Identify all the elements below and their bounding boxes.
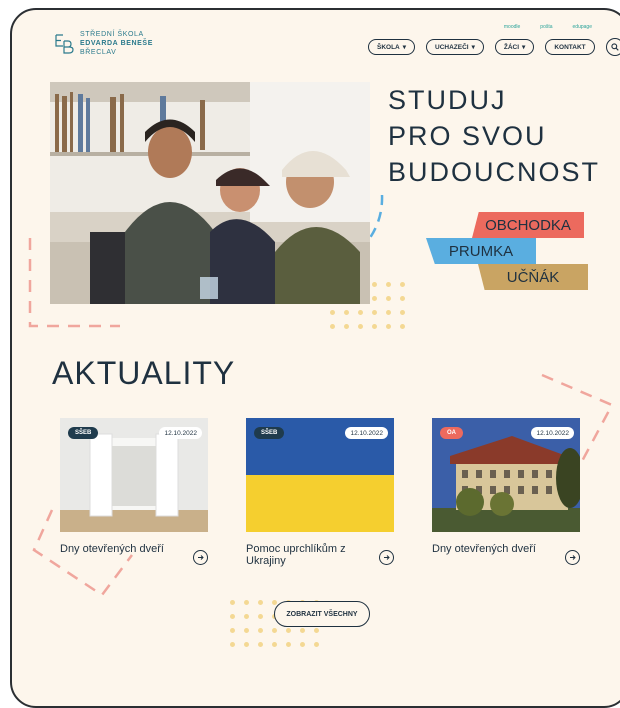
news-card-title[interactable]: Pomoc uprchlíkům z Ukrajiny xyxy=(246,543,361,567)
nav-item-uchazeci[interactable]: UCHAZEČI ▾ xyxy=(426,39,484,55)
hero-line-3: BUDOUCNOST xyxy=(388,157,601,187)
show-all-button[interactable]: ZOBRAZIT VŠECHNY xyxy=(274,601,370,627)
nav-item-zaci[interactable]: ŽÁCI ▾ xyxy=(494,39,535,55)
arrow-right-icon xyxy=(384,555,390,560)
news-card-title[interactable]: Dny otevřených dveří xyxy=(60,543,175,555)
decorative-dots-hero xyxy=(330,282,405,329)
news-card-image: OA 12.10.2022 xyxy=(432,418,580,532)
nav-item-label: ŠKOLA xyxy=(377,43,400,51)
nav-item-skola[interactable]: ŠKOLA ▾ xyxy=(368,39,416,55)
tag-obchodka[interactable]: OBCHODKA xyxy=(472,212,584,238)
date-badge: 12.10.2022 xyxy=(159,427,202,439)
news-card[interactable]: SŠEB 12.10.2022 Pomoc uprchlíkům z Ukraj… xyxy=(246,418,394,567)
category-badge: OA xyxy=(440,427,463,439)
arrow-right-icon xyxy=(198,555,204,560)
news-card-arrow-button[interactable] xyxy=(193,550,208,565)
tag-prumka[interactable]: PRUMKA xyxy=(426,238,536,264)
category-badge: SŠEB xyxy=(254,427,285,439)
school-logo[interactable]: STŘEDNÍ ŠKOLA EDVARDA BENEŠE BŘECLAV xyxy=(54,30,153,57)
logo-text: STŘEDNÍ ŠKOLA EDVARDA BENEŠE BŘECLAV xyxy=(80,30,153,57)
logo-line-2: EDVARDA BENEŠE xyxy=(80,40,153,47)
news-card[interactable]: SŠEB 12.10.2022 Dny otevřených dveří xyxy=(60,418,208,565)
link-edupage[interactable]: edupage xyxy=(573,24,592,30)
logo-mark-icon xyxy=(55,33,74,54)
nav-item-kontakt[interactable]: KONTAKT xyxy=(545,39,595,55)
news-card-arrow-button[interactable] xyxy=(565,550,580,565)
chevron-down-icon: ▾ xyxy=(522,44,526,51)
chevron-down-icon: ▾ xyxy=(402,44,407,51)
hero-photo-illustration xyxy=(50,82,370,304)
search-icon xyxy=(610,43,619,51)
news-card[interactable]: OA 12.10.2022 Dny otevřených dveří xyxy=(432,418,580,565)
news-card-image: SŠEB 12.10.2022 xyxy=(60,418,208,532)
news-section-title: AKTUALITY xyxy=(52,355,236,391)
logo-line-1: STŘEDNÍ ŠKOLA xyxy=(80,31,144,38)
hero-title: STUDUJ PRO SVOU BUDOUCNOST xyxy=(388,82,600,190)
nav-item-label: UCHAZEČI xyxy=(435,43,469,51)
search-button[interactable] xyxy=(605,38,620,56)
top-links: moodle pošta edupage xyxy=(504,24,592,30)
news-card-title[interactable]: Dny otevřených dveří xyxy=(432,543,547,555)
nav-item-label: KONTAKT xyxy=(554,43,586,51)
tag-ucnak[interactable]: UČŇÁK xyxy=(478,264,588,290)
hero-line-1: STUDUJ xyxy=(388,85,507,115)
arrow-right-icon xyxy=(570,555,576,560)
nav-item-label: ŽÁCI xyxy=(503,43,520,51)
date-badge: 12.10.2022 xyxy=(345,427,388,439)
link-moodle[interactable]: moodle xyxy=(504,24,520,30)
page-frame: STŘEDNÍ ŠKOLA EDVARDA BENEŠE BŘECLAV moo… xyxy=(10,8,620,708)
chevron-down-icon: ▾ xyxy=(471,44,475,51)
date-badge: 12.10.2022 xyxy=(531,427,574,439)
logo-line-3: BŘECLAV xyxy=(80,49,117,56)
news-card-arrow-button[interactable] xyxy=(379,550,394,565)
news-card-image: SŠEB 12.10.2022 xyxy=(246,418,394,532)
link-posta[interactable]: pošta xyxy=(540,24,552,30)
hero-photo xyxy=(50,82,370,304)
hero-line-2: PRO SVOU xyxy=(388,121,547,151)
main-nav: ŠKOLA ▾ UCHAZEČI ▾ ŽÁCI ▾ KONTAKT xyxy=(368,38,620,56)
category-badge: SŠEB xyxy=(68,427,99,439)
